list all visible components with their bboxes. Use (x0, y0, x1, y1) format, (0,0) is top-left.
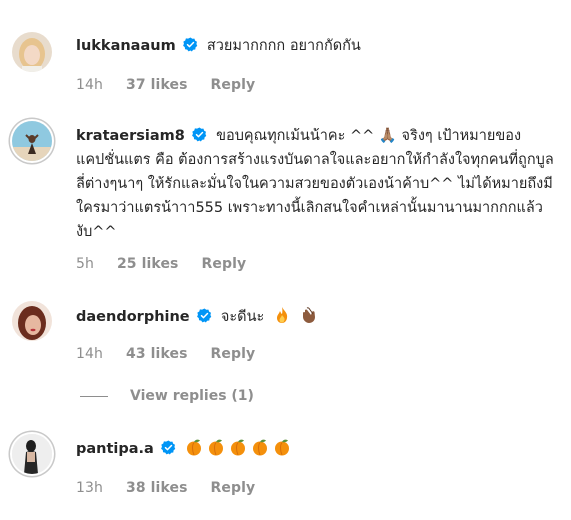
comment-text: ขอบคุณทุกเม้นน้าคะ ^^ 🙏🏽 จริงๆ เป้าหมายข… (76, 128, 554, 240)
comment-time: 5h (76, 256, 94, 272)
verified-badge-icon (161, 440, 176, 455)
comment-likes[interactable]: 25 likes (117, 256, 179, 272)
comment-text: จะดีนะ (220, 309, 265, 325)
comment-likes[interactable]: 43 likes (126, 346, 188, 362)
comment-likes[interactable]: 38 likes (126, 480, 188, 496)
fire-emoji-icon (276, 307, 288, 323)
view-replies-divider (80, 395, 108, 397)
comment-text: สวยมากกกก อยากกัดกัน (206, 38, 361, 54)
avatar[interactable] (12, 32, 52, 72)
reply-button[interactable]: Reply (211, 346, 256, 362)
avatar[interactable] (12, 121, 52, 161)
comment-username[interactable]: daendorphine (76, 309, 190, 325)
verified-badge-icon (183, 37, 198, 52)
comment-username[interactable]: krataersiam8 (76, 128, 185, 144)
comment-likes[interactable]: 37 likes (126, 77, 188, 93)
peach-emoji-icon (187, 439, 202, 456)
comment-username[interactable]: lukkanaaum (76, 38, 176, 54)
peach-emoji-icon (209, 439, 224, 456)
comment-time: 14h (76, 77, 103, 93)
verified-badge-icon (192, 127, 207, 142)
reply-button[interactable]: Reply (201, 256, 246, 272)
peach-emoji-icon (231, 439, 246, 456)
clapping-hands-emoji-icon (302, 307, 315, 323)
view-replies-button[interactable]: View replies (1) (80, 388, 254, 404)
reply-button[interactable]: Reply (211, 480, 256, 496)
peach-emoji-row (185, 439, 295, 457)
reply-button[interactable]: Reply (211, 77, 256, 93)
verified-badge-icon (197, 308, 212, 323)
comment-username[interactable]: pantipa.a (76, 441, 154, 457)
view-replies-label[interactable]: View replies (1) (130, 388, 254, 404)
peach-emoji-icon (253, 439, 268, 456)
avatar[interactable] (12, 434, 52, 474)
avatar[interactable] (12, 301, 52, 341)
comment-time: 14h (76, 346, 103, 362)
peach-emoji-icon (275, 439, 290, 456)
comment-time: 13h (76, 480, 103, 496)
